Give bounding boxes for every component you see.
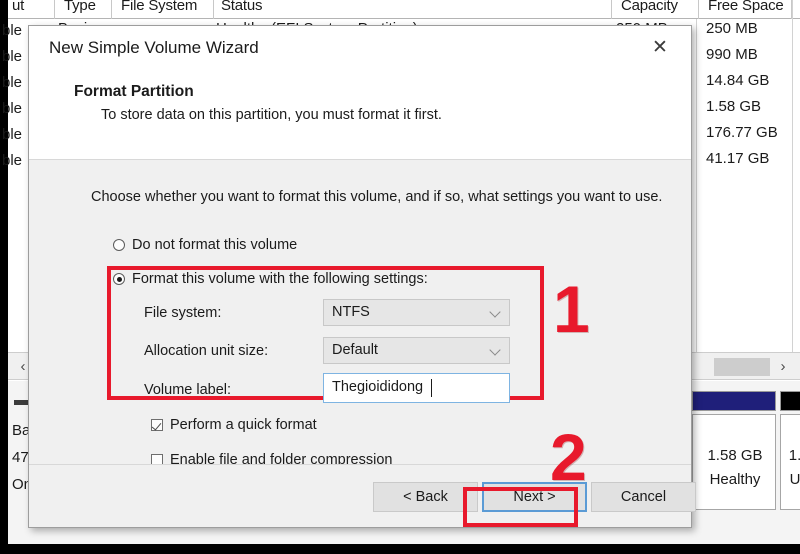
free-space-value: 990 MB [706, 46, 758, 63]
dialog-body: Choose whether you want to format this v… [29, 161, 691, 501]
volume-label-input[interactable]: Thegioididong [323, 373, 510, 403]
radio-do-not-format[interactable]: Do not format this volume [113, 237, 297, 253]
new-simple-volume-wizard-dialog: New Simple Volume Wizard ✕ Format Partit… [28, 25, 696, 528]
volume-list-header: ut Type File System Status Capacity Free… [8, 0, 800, 19]
volume-label-value: Thegioididong [332, 379, 424, 395]
free-space-value: 1.58 GB [706, 98, 762, 115]
column-header-status[interactable]: Status [221, 0, 263, 14]
partition-bar[interactable] [692, 391, 776, 411]
partition-status: Healthy [709, 471, 761, 488]
row-layout-value: ble [2, 22, 23, 39]
radio-indicator-icon [113, 273, 125, 285]
page-subtitle: To store data on this partition, you mus… [101, 107, 442, 123]
column-divider[interactable] [111, 0, 112, 19]
dialog-title: New Simple Volume Wizard [49, 38, 259, 57]
dialog-titlebar[interactable]: New Simple Volume Wizard ✕ [29, 26, 691, 70]
radio-format-label: Format this volume with the following se… [132, 271, 428, 287]
free-space-value: 176.77 GB [706, 124, 778, 141]
allocation-unit-value: Default [332, 342, 378, 358]
allocation-unit-label: Allocation unit size: [144, 343, 269, 359]
partition-status: U [789, 471, 800, 488]
checkbox-indicator-icon [151, 419, 163, 431]
free-space-value: 250 MB [706, 20, 758, 37]
volume-label-label: Volume label: [144, 382, 232, 398]
file-system-dropdown[interactable]: NTFS [323, 299, 510, 326]
file-system-label: File system: [144, 305, 222, 321]
file-system-value: NTFS [332, 304, 370, 320]
row-layout-value: ble [2, 152, 23, 169]
partition-size: 1.58 GB [707, 447, 763, 464]
screenshot-root: ut Type File System Status Capacity Free… [0, 0, 800, 554]
list-column-separator [696, 19, 697, 359]
column-header-type[interactable]: Type [64, 0, 96, 14]
allocation-unit-dropdown[interactable]: Default [323, 337, 510, 364]
dialog-header: Format Partition To store data on this p… [29, 70, 691, 160]
chevron-down-icon [491, 345, 501, 355]
text-caret [431, 379, 433, 397]
partition-size: 1. [788, 447, 800, 464]
unallocated-bar[interactable] [780, 391, 800, 411]
column-header-capacity[interactable]: Capacity [621, 0, 678, 14]
free-space-value: 14.84 GB [706, 72, 770, 89]
list-right-edge [792, 0, 793, 360]
scroll-right-arrow-icon[interactable]: › [774, 357, 792, 377]
close-icon[interactable]: ✕ [637, 30, 683, 66]
column-divider[interactable] [611, 0, 612, 19]
back-button[interactable]: < Back [373, 482, 478, 512]
disk-info-line: 47 [12, 449, 29, 466]
row-layout-value: ble [2, 100, 23, 117]
chevron-down-icon [491, 307, 501, 317]
column-header-file-system[interactable]: File System [121, 0, 197, 14]
checkbox-quick-format[interactable]: Perform a quick format [151, 417, 317, 433]
page-title: Format Partition [74, 83, 194, 100]
column-header-free-space[interactable]: Free Space [708, 0, 784, 14]
scrollbar-thumb[interactable] [714, 358, 770, 376]
free-space-value: 41.17 GB [706, 150, 770, 167]
radio-indicator-icon [113, 239, 125, 251]
column-divider[interactable] [698, 0, 699, 19]
column-divider[interactable] [213, 0, 214, 19]
intro-text: Choose whether you want to format this v… [91, 189, 663, 205]
radio-format-with-settings[interactable]: Format this volume with the following se… [113, 271, 428, 287]
row-layout-value: ble [2, 126, 23, 143]
column-divider[interactable] [54, 0, 55, 19]
annotation-number-two: 2 [550, 420, 587, 494]
row-layout-value: ble [2, 74, 23, 91]
cancel-button[interactable]: Cancel [591, 482, 696, 512]
annotation-number-one: 1 [553, 272, 590, 346]
checkbox-quick-format-label: Perform a quick format [170, 417, 317, 433]
row-layout-value: ble [2, 48, 23, 65]
radio-do-not-format-label: Do not format this volume [132, 237, 298, 253]
column-header-layout[interactable]: ut [12, 0, 24, 14]
dialog-footer: < Back Next > Cancel [29, 464, 696, 527]
